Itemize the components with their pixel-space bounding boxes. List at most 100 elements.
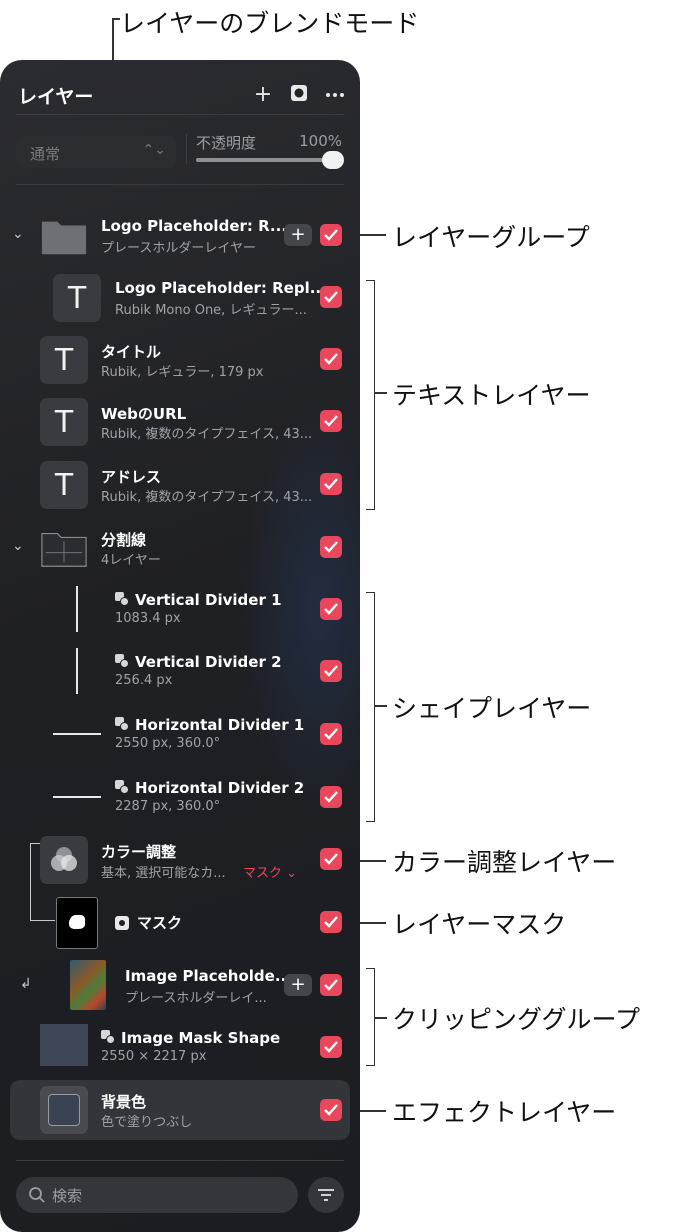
layer-row-horizontal-divider-2[interactable]: Horizontal Divider 2 2287 px, 360.0° [0,766,360,828]
filter-icon [318,1189,334,1201]
opacity-slider[interactable] [196,151,344,169]
visibility-checkbox[interactable] [320,1036,342,1058]
opacity-value: 100% [299,132,342,150]
layer-name: タイトル [101,343,162,361]
filter-button[interactable] [308,1177,344,1213]
callout-clipping-line [375,1017,387,1019]
layer-row-image-mask-shape[interactable]: Image Mask Shape 2550 × 2217 px [0,1016,360,1078]
folder-icon [40,524,88,572]
mask-thumbnail [56,897,98,949]
layer-row-color-adjust[interactable]: カラー調整 基本, 選択可能なカ... マスク ⌄ [0,828,360,890]
callout-color-adjust: カラー調整レイヤー [392,848,617,877]
shape-thumbnail [40,1024,88,1066]
text-layer-icon: T [40,398,88,446]
plus-icon[interactable]: + [252,84,274,106]
color-adjust-icon [40,836,88,884]
callout-clipping-group: クリッピンググループ [392,1005,641,1034]
layer-row-web-url[interactable]: T WebのURL Rubik, 複数のタイプフェイス, 43... [0,390,360,452]
shape-icon [115,717,129,731]
visibility-checkbox[interactable] [320,224,342,246]
layer-name: Logo Placeholder: R... [101,217,288,235]
layer-sub: 4レイヤー [101,553,161,568]
bracket-shape-layers [366,592,375,822]
layer-name: Image Placeholde... [125,967,292,985]
layer-row-divider-group[interactable]: ⌄ 分割線 4レイヤー [0,516,360,578]
footer-divider [16,1160,344,1161]
mask-icon[interactable] [288,84,310,106]
add-button[interactable]: + [284,974,312,996]
layer-row-vertical-divider-1[interactable]: Vertical Divider 1 1083.4 px [0,578,360,640]
horizontal-line-thumbnail [53,796,101,798]
visibility-checkbox[interactable] [320,348,342,370]
vertical-line-thumbnail [76,586,78,632]
layer-row-mask[interactable]: マスク [0,891,360,953]
search-field[interactable]: 検索 [16,1177,298,1213]
layer-row-background-color[interactable]: 背景色 色で塗りつぶし [0,1079,360,1141]
layer-row-logo-group[interactable]: ⌄ Logo Placeholder: R... プレースホルダーレイヤー + [0,204,360,266]
callout-shape-layers: シェイプレイヤー [392,694,592,723]
chevron-down-icon[interactable]: ⌄ [12,538,24,554]
text-layer-icon: T [53,274,101,322]
visibility-checkbox[interactable] [320,536,342,558]
callout-text-line [375,392,387,394]
visibility-checkbox[interactable] [320,974,342,996]
shape-icon [115,592,129,606]
chevron-down-icon: ⌄ [286,866,298,881]
layer-sub: 2550 × 2217 px [101,1049,207,1064]
blend-mode-value: 通常 [30,145,61,163]
layer-sub: プレースホルダーレイヤー [101,241,256,256]
search-placeholder: 検索 [52,1187,83,1205]
callout-layer-mask: レイヤーマスク [392,910,567,939]
layer-row-logo-text[interactable]: T Logo Placeholder: Repl... Rubik Mono O… [0,266,360,328]
clipping-arrow-icon: ↲ [20,976,32,992]
layer-row-image-placeholder[interactable]: ↲ Image Placeholde... プレースホルダーレイ... + [0,954,360,1016]
layer-row-title[interactable]: T タイトル Rubik, レギュラー, 179 px [0,328,360,390]
layer-name-text: Vertical Divider 2 [135,653,282,671]
layer-sub: Rubik Mono One, レギュラー... [115,303,307,318]
opacity-slider-knob[interactable] [322,151,344,169]
layer-row-vertical-divider-2[interactable]: Vertical Divider 2 256.4 px [0,640,360,702]
image-thumbnail [70,960,106,1010]
more-icon[interactable] [324,84,346,106]
text-layer-icon: T [40,461,88,509]
callout-shape-line [375,705,387,707]
layer-sub: Rubik, レギュラー, 179 px [101,365,264,380]
layer-name: マスク [115,912,182,933]
text-layer-icon: T [40,336,88,384]
visibility-checkbox[interactable] [320,473,342,495]
callout-text-layers: テキストレイヤー [392,381,591,410]
opacity-slider-fill [196,158,342,162]
layer-sub: プレースホルダーレイ... [125,991,267,1006]
chevron-down-icon[interactable]: ⌄ [12,226,24,242]
search-icon [29,1187,45,1203]
updown-chevron-icon: ⌃⌄ [142,142,166,158]
layer-name: カラー調整 [101,843,177,861]
visibility-checkbox[interactable] [320,410,342,432]
visibility-checkbox[interactable] [320,723,342,745]
folder-icon [40,212,88,260]
visibility-checkbox[interactable] [320,786,342,808]
layer-row-address[interactable]: T アドレス Rubik, 複数のタイプフェイス, 43... [0,453,360,515]
layer-name: アドレス [101,468,162,486]
fill-icon [40,1086,88,1134]
visibility-checkbox[interactable] [320,911,342,933]
layer-row-horizontal-divider-1[interactable]: Horizontal Divider 1 2550 px, 360.0° [0,703,360,765]
layer-name-text: Vertical Divider 1 [135,591,282,609]
mask-dropdown[interactable]: マスク ⌄ [243,862,297,881]
layer-sub: 基本, 選択可能なカ... [101,866,226,881]
visibility-checkbox[interactable] [320,598,342,620]
layer-name: Logo Placeholder: Repl... [115,279,327,297]
shape-icon [115,654,129,668]
visibility-checkbox[interactable] [320,848,342,870]
blend-divider [16,184,344,185]
layer-name: 背景色 [101,1093,147,1111]
visibility-checkbox[interactable] [320,286,342,308]
blend-mode-select[interactable]: 通常 ⌃⌄ [16,136,176,168]
add-button[interactable]: + [284,224,312,246]
layer-name: Vertical Divider 2 [115,653,282,671]
visibility-checkbox[interactable] [320,1099,342,1121]
mask-dropdown-label: マスク [243,866,283,881]
visibility-checkbox[interactable] [320,660,342,682]
layer-sub: Rubik, 複数のタイプフェイス, 43... [101,427,313,442]
layer-sub: 2287 px, 360.0° [115,799,221,814]
